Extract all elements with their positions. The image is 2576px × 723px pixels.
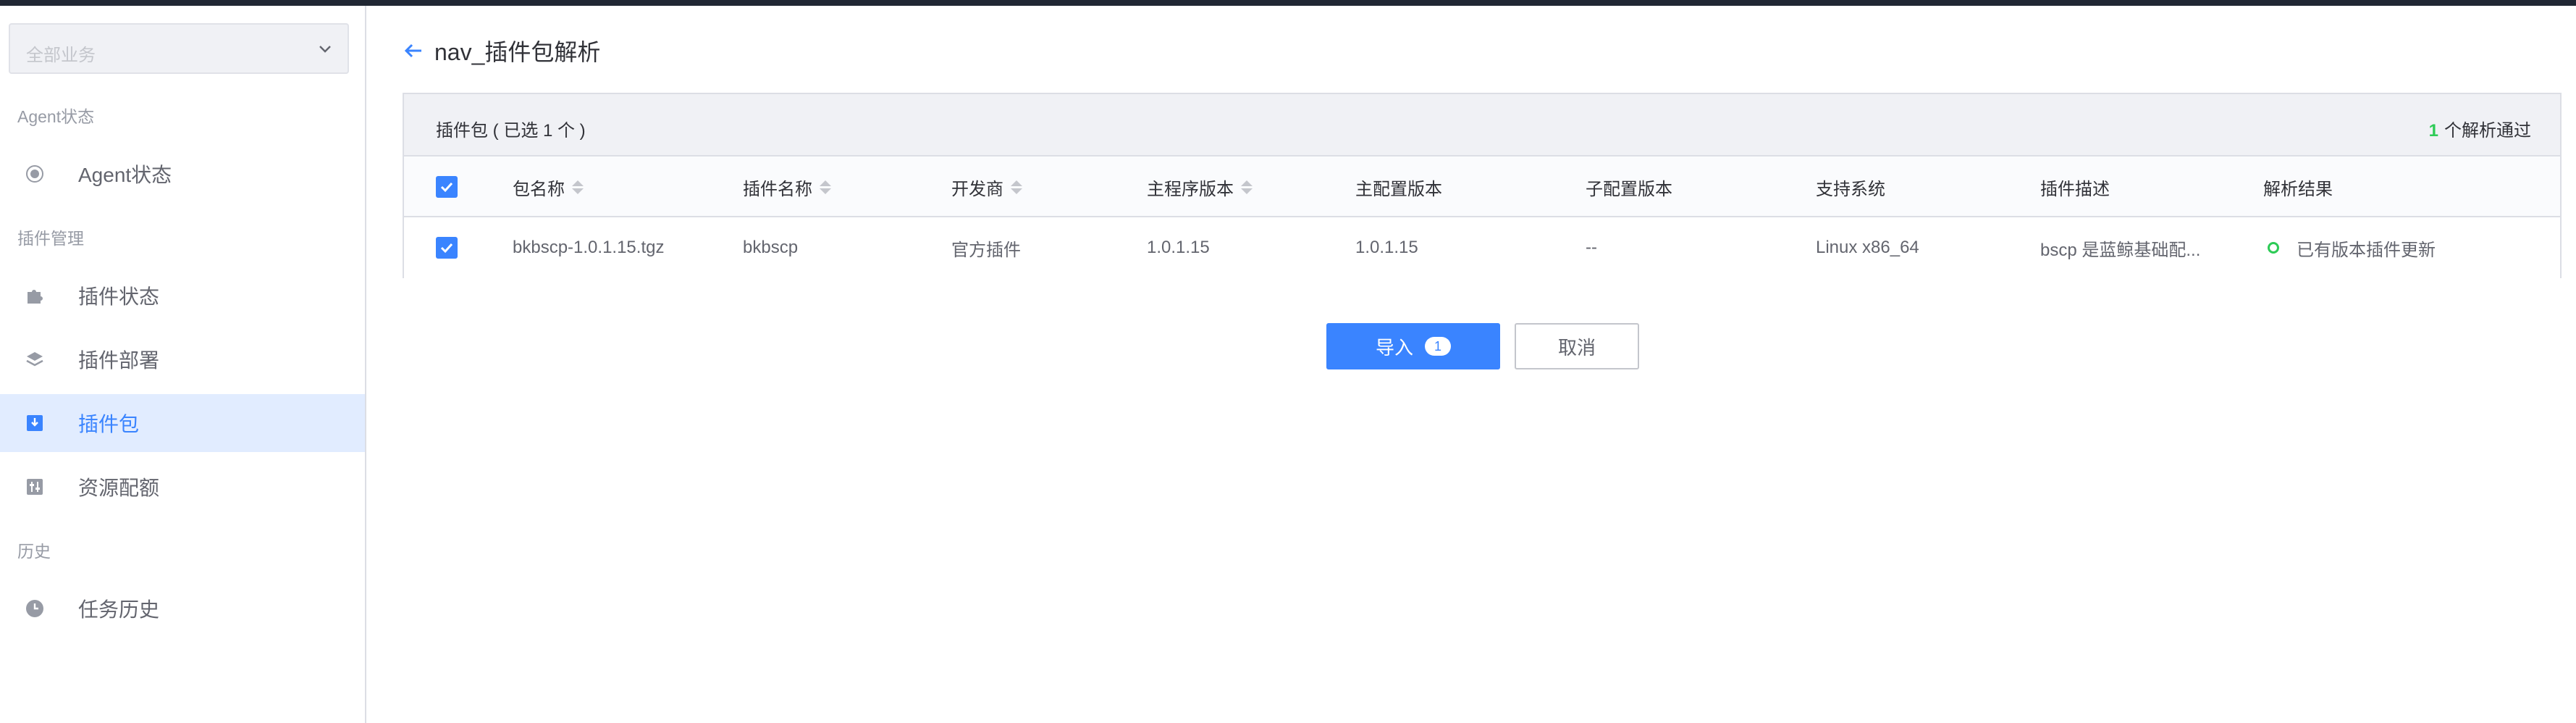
sidebar-item-plugin-deploy[interactable]: 插件部署 (0, 330, 365, 388)
sort-icon[interactable] (1241, 180, 1253, 194)
column-label: 主程序版本 (1147, 179, 1234, 199)
cell-main-version: 1.0.1.15 (1147, 238, 1210, 257)
import-button[interactable]: 导入 1 (1326, 323, 1500, 369)
cancel-button[interactable]: 取消 (1515, 323, 1639, 369)
cell-result: 已有版本插件更新 (2268, 217, 2436, 278)
column-header-os: 支持系统 (1816, 179, 1885, 199)
download-box-icon (25, 413, 45, 433)
group-title-agent: Agent状态 (17, 107, 95, 126)
sidebar: 全部业务 Agent状态 Agent状态 插件管理 插件状态 插件部署 插件包 … (0, 6, 366, 723)
table-header-row: 包名称 插件名称 开发商 主程序版本 主配置版本 子配置版本 支持系统 插件描述… (404, 156, 2560, 217)
import-count-badge: 1 (1425, 337, 1451, 356)
page-title: nav_插件包解析 (434, 39, 601, 65)
column-header-result: 解析结果 (2263, 179, 2333, 199)
top-bar (0, 0, 2576, 6)
row-checkbox[interactable] (436, 217, 458, 278)
sidebar-item-label: 插件部署 (78, 349, 160, 372)
table-summary-bar: 插件包 ( 已选 1 个 ) 1 个解析通过 (404, 94, 2560, 156)
column-header-description: 插件描述 (2040, 179, 2110, 199)
import-label: 导入 (1375, 336, 1413, 359)
column-label: 包名称 (513, 179, 565, 199)
sidebar-item-plugin-status[interactable]: 插件状态 (0, 267, 365, 325)
cell-plugin-name: bkbscp (743, 238, 799, 257)
group-title-history: 历史 (17, 542, 51, 561)
puzzle-icon (25, 285, 45, 306)
pass-count: 1 (2428, 121, 2438, 141)
pass-text: 个解析通过 (2444, 121, 2531, 141)
clock-icon (25, 598, 45, 619)
check-icon (436, 176, 458, 198)
sidebar-item-task-history[interactable]: 任务历史 (0, 580, 365, 638)
business-select[interactable]: 全部业务 (9, 23, 349, 74)
select-all-checkbox[interactable] (436, 156, 458, 217)
cell-description: bscp 是蓝鲸基础配... (2040, 240, 2201, 260)
back-arrow-icon[interactable] (403, 40, 424, 62)
page-header: nav_插件包解析 (403, 36, 600, 65)
column-label: 开发商 (951, 179, 1003, 199)
sort-icon[interactable] (820, 180, 831, 194)
check-icon (436, 237, 458, 259)
sliders-icon (25, 477, 45, 497)
sort-icon[interactable] (572, 180, 584, 194)
status-dot-icon (2268, 242, 2279, 254)
table-row[interactable]: bkbscp-1.0.1.15.tgz bkbscp 官方插件 1.0.1.15… (404, 217, 2560, 278)
business-select-placeholder: 全部业务 (26, 46, 96, 65)
sidebar-item-resource-quota[interactable]: 资源配额 (0, 458, 365, 516)
sidebar-item-label: Agent状态 (78, 164, 172, 186)
cell-developer: 官方插件 (951, 240, 1021, 260)
sidebar-item-label: 插件状态 (78, 285, 160, 308)
pass-summary: 1 个解析通过 (2429, 116, 2531, 141)
selected-summary: 插件包 ( 已选 1 个 ) (436, 121, 586, 141)
column-header-developer[interactable]: 开发商 (951, 156, 1022, 217)
result-text: 已有版本插件更新 (2297, 240, 2436, 260)
sidebar-item-agent-status[interactable]: Agent状态 (0, 145, 365, 203)
column-header-main-version[interactable]: 主程序版本 (1147, 156, 1253, 217)
sidebar-item-label: 资源配额 (78, 477, 160, 499)
sidebar-item-label: 任务历史 (78, 598, 160, 621)
main-content: nav_插件包解析 插件包 ( 已选 1 个 ) 1 个解析通过 包名称 插件名称… (368, 6, 2576, 723)
column-header-package[interactable]: 包名称 (513, 156, 584, 217)
layers-icon (25, 349, 45, 369)
cell-main-config-version: 1.0.1.15 (1355, 238, 1418, 257)
sidebar-item-label: 插件包 (78, 413, 140, 435)
sort-icon[interactable] (1011, 180, 1022, 194)
sidebar-item-plugin-package[interactable]: 插件包 (0, 394, 365, 452)
parse-result-table: 插件包 ( 已选 1 个 ) 1 个解析通过 包名称 插件名称 开发商 主程序版本 (403, 93, 2562, 278)
radio-dot-icon (25, 164, 45, 184)
column-label: 插件名称 (743, 179, 812, 199)
cell-sub-config-version: -- (1586, 238, 1597, 257)
group-title-plugin-mgmt: 插件管理 (17, 229, 84, 248)
cell-os: Linux x86_64 (1816, 238, 1919, 257)
chevron-down-icon (319, 46, 331, 53)
column-header-plugin-name[interactable]: 插件名称 (743, 156, 831, 217)
column-header-sub-config-version: 子配置版本 (1586, 179, 1672, 199)
cell-package: bkbscp-1.0.1.15.tgz (513, 238, 665, 257)
column-header-main-config-version: 主配置版本 (1355, 179, 1442, 199)
